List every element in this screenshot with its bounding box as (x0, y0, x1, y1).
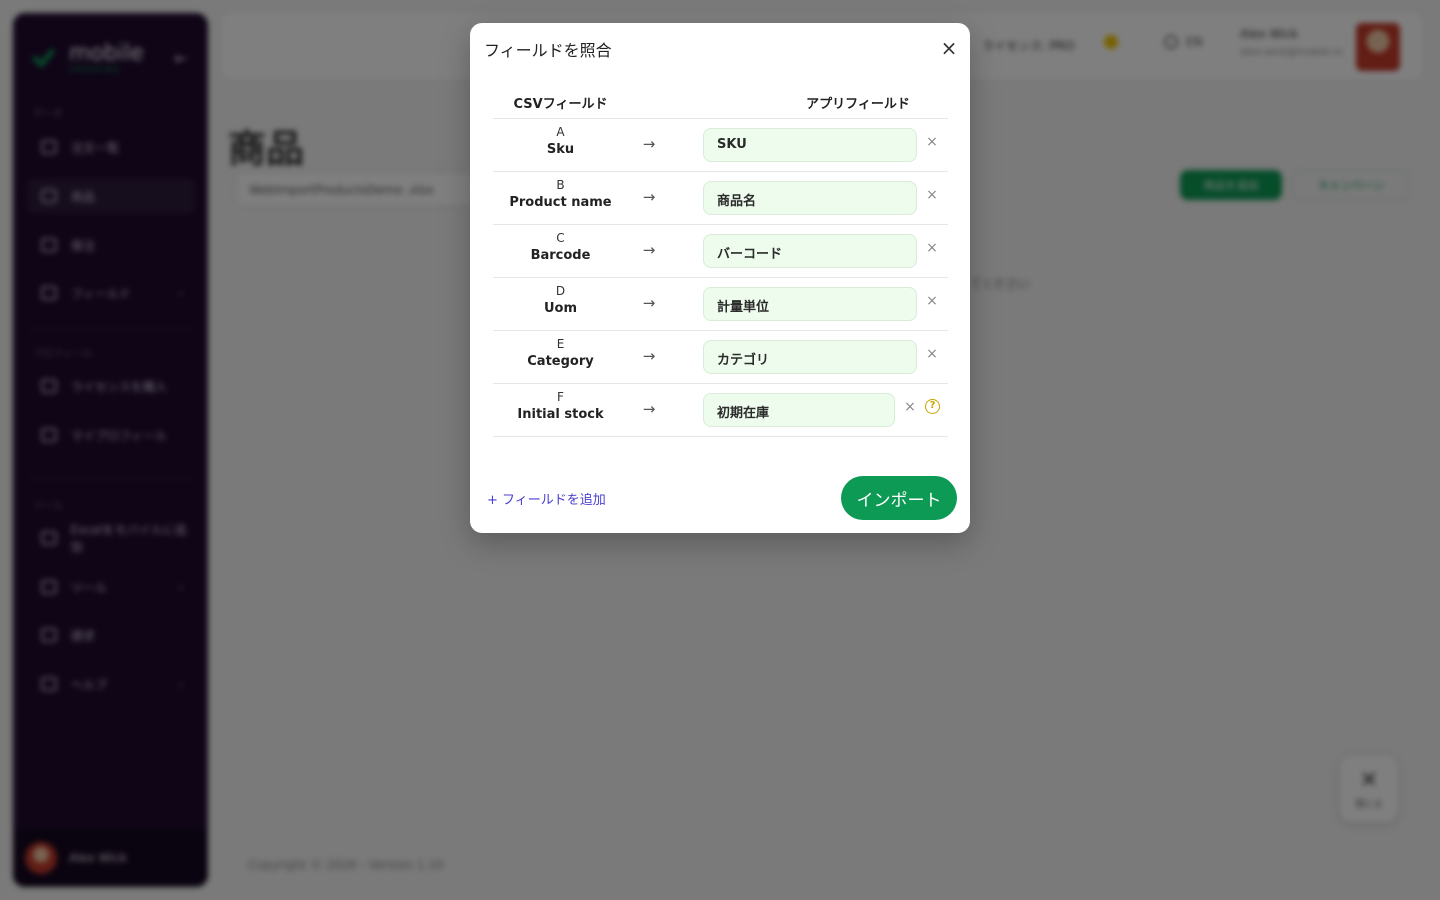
csv-field-cell: D Uom (493, 284, 628, 316)
arrow-right-icon: → (642, 347, 656, 365)
close-icon[interactable]: × (938, 37, 960, 59)
mapping-row: F Initial stock → 初期在庫 × ? (493, 384, 948, 437)
app-field-header: アプリフィールド (806, 97, 910, 112)
mapping-row: D Uom → 計量単位 × (493, 278, 948, 331)
csv-column-letter: E (556, 337, 565, 351)
arrow-right-icon: → (642, 135, 656, 153)
mapping-row: B Product name → 商品名 × (493, 172, 948, 225)
remove-mapping-icon[interactable]: × (923, 239, 941, 257)
app-field-select[interactable]: SKU (703, 128, 917, 162)
csv-field-cell: B Product name (493, 178, 628, 210)
csv-column-letter: D (555, 284, 566, 298)
app-field-select[interactable]: バーコード (703, 234, 917, 268)
app-field-select[interactable]: 商品名 (703, 181, 917, 215)
csv-column-letter: C (556, 231, 565, 245)
remove-mapping-icon[interactable]: × (923, 292, 941, 310)
add-field-link[interactable]: + フィールドを追加 (487, 489, 606, 508)
arrow-right-icon: → (642, 400, 656, 418)
csv-column-name: Initial stock (517, 407, 604, 422)
dialog-title: フィールドを照合 (484, 41, 612, 60)
mapping-row: C Barcode → バーコード × (493, 225, 948, 278)
csv-column-letter: F (557, 390, 564, 404)
arrow-right-icon: → (642, 294, 656, 312)
csv-column-letter: A (556, 125, 565, 139)
csv-field-header: CSVフィールド (513, 97, 608, 112)
arrow-right-icon: → (642, 188, 656, 206)
mapping-row: A Sku → SKU × (493, 119, 948, 172)
csv-column-name: Uom (543, 301, 578, 316)
field-mapping-dialog: フィールドを照合 × CSVフィールド アプリフィールド A Sku → SKU… (470, 23, 970, 533)
csv-column-name: Barcode (530, 248, 591, 263)
remove-mapping-icon[interactable]: × (923, 133, 941, 151)
csv-column-name: Product name (509, 195, 612, 210)
app-field-select[interactable]: 初期在庫 (703, 393, 895, 427)
help-circle-icon[interactable]: ? (925, 399, 940, 414)
csv-field-cell: A Sku (493, 125, 628, 157)
remove-mapping-icon[interactable]: × (923, 345, 941, 363)
remove-mapping-icon[interactable]: × (923, 186, 941, 204)
csv-column-letter: B (556, 178, 565, 192)
csv-column-name: Sku (546, 142, 575, 157)
csv-field-cell: C Barcode (493, 231, 628, 263)
app-field-select[interactable]: 計量単位 (703, 287, 917, 321)
csv-field-cell: E Category (493, 337, 628, 369)
mapping-table: CSVフィールド アプリフィールド A Sku → SKU × B Produc… (493, 93, 948, 437)
mapping-row: E Category → カテゴリ × (493, 331, 948, 384)
csv-column-name: Category (527, 354, 594, 369)
mapping-table-header: CSVフィールド アプリフィールド (493, 93, 948, 119)
remove-mapping-icon[interactable]: × (901, 398, 919, 416)
arrow-right-icon: → (642, 241, 656, 259)
app-field-select[interactable]: カテゴリ (703, 340, 917, 374)
import-button[interactable]: インポート (841, 476, 957, 520)
csv-field-cell: F Initial stock (493, 390, 628, 422)
